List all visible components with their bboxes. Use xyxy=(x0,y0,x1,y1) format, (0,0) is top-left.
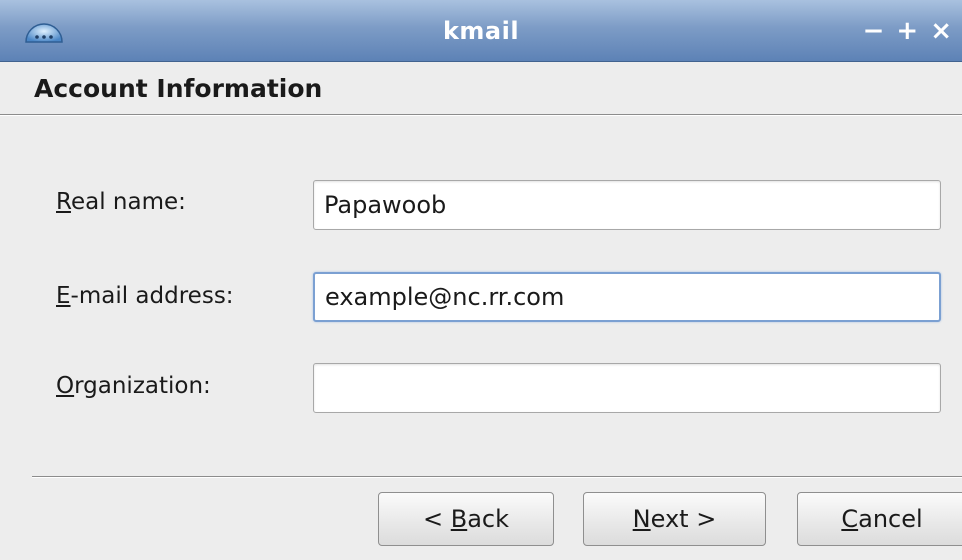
window-controls: − + × xyxy=(863,0,952,62)
back-button-mnemonic: B xyxy=(450,505,468,533)
email-input[interactable] xyxy=(313,272,941,322)
title-bar[interactable]: kmail − + × xyxy=(0,0,962,62)
organization-mnemonic: O xyxy=(56,373,75,399)
window-title: kmail xyxy=(442,17,520,45)
real-name-label: Real name: xyxy=(56,182,186,222)
cancel-button-mnemonic: C xyxy=(841,505,859,533)
cancel-button[interactable]: Cancel xyxy=(797,492,962,546)
back-button-label: ack xyxy=(467,505,510,533)
page-title: Account Information xyxy=(34,74,323,103)
real-name-input[interactable] xyxy=(313,180,941,230)
back-button[interactable]: < Back xyxy=(378,492,554,546)
back-button-prefix: < xyxy=(422,505,451,533)
cancel-button-label: ancel xyxy=(858,505,923,533)
next-button-label: ext > xyxy=(650,505,717,533)
organization-label-text: rganization: xyxy=(74,373,211,399)
footer-divider xyxy=(32,476,962,478)
organization-input[interactable] xyxy=(313,363,941,413)
header-divider xyxy=(0,114,962,116)
email-label-text: -mail address: xyxy=(70,283,234,309)
real-name-mnemonic: R xyxy=(56,189,71,215)
email-label: E-mail address: xyxy=(56,276,234,316)
email-mnemonic: E xyxy=(56,283,71,309)
minimize-button[interactable]: − xyxy=(863,0,885,62)
organization-label: Organization: xyxy=(56,366,211,406)
close-button[interactable]: × xyxy=(930,0,952,62)
maximize-button[interactable]: + xyxy=(896,0,918,62)
real-name-label-text: eal name: xyxy=(70,189,186,215)
next-button[interactable]: Next > xyxy=(583,492,766,546)
next-button-mnemonic: N xyxy=(632,505,651,533)
kmail-wizard-window: kmail − + × Account Information Real nam… xyxy=(0,0,962,560)
